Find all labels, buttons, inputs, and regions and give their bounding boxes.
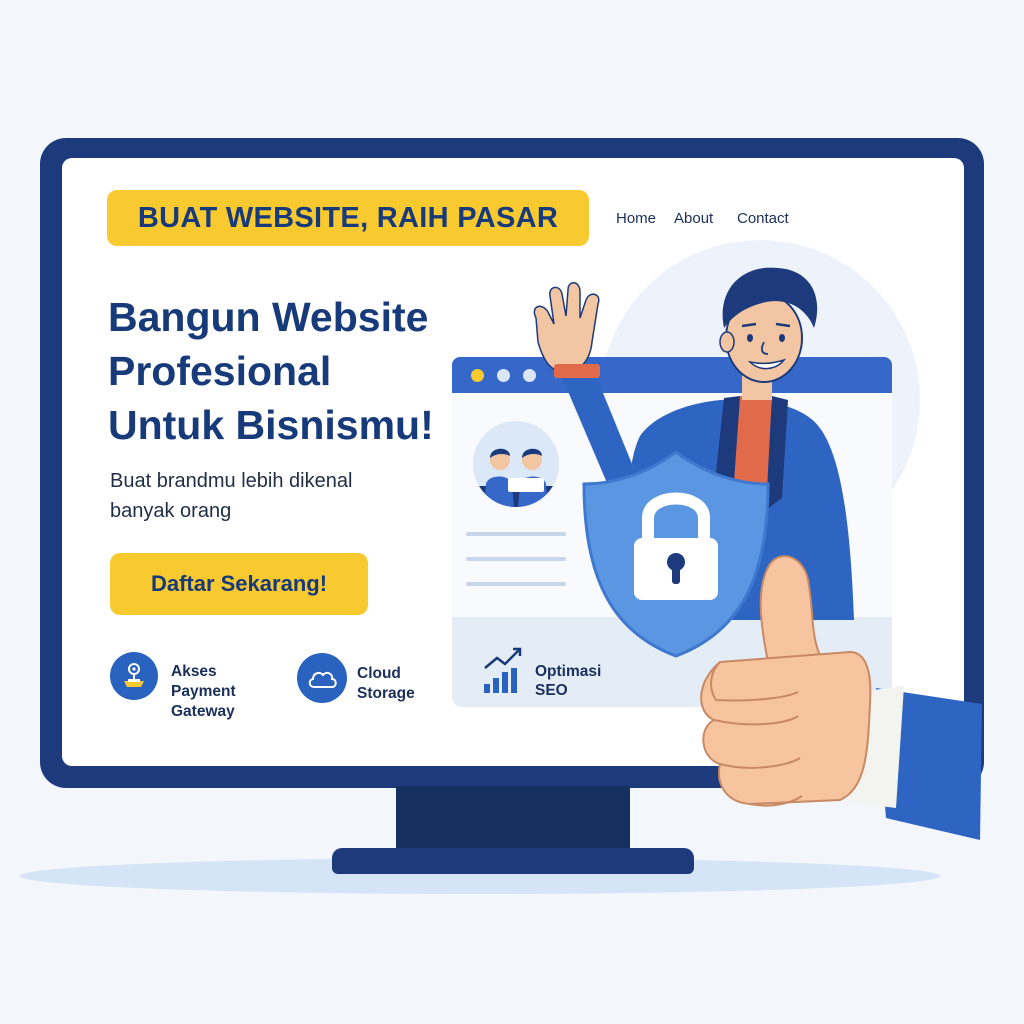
window-dot-icon — [497, 369, 510, 382]
window-dot-icon — [471, 369, 484, 382]
hero-title-line: Bangun Website — [108, 294, 429, 340]
monitor-base — [332, 848, 694, 874]
feature-label-line: Cloud — [357, 665, 401, 682]
feature-label-line: Storage — [357, 685, 415, 702]
feature-label-line: SEO — [535, 682, 568, 699]
headline-badge: BUAT WEBSITE, RAIH PASAR — [107, 190, 589, 246]
feature-label-line: Gateway — [171, 703, 235, 720]
feature-label-line: Payment — [171, 683, 236, 700]
seo-chart-icon — [481, 646, 523, 694]
payment-gateway-icon — [110, 652, 158, 700]
nav-home-link[interactable]: Home — [616, 210, 656, 227]
thumbs-up-illustration — [690, 552, 990, 842]
monitor-stand — [396, 786, 630, 852]
nav-about-link[interactable]: About — [674, 210, 713, 227]
hero-subtitle-line: banyak orang — [110, 500, 232, 522]
register-button[interactable]: Daftar Sekarang! — [110, 553, 368, 615]
feature-label-line: Akses — [171, 663, 217, 680]
cloud-icon — [297, 653, 347, 703]
feature-seo-label: Optimasi SEO — [535, 662, 601, 700]
hero-subtitle-line: Buat brandmu lebih dikenal — [110, 470, 353, 492]
hero-subtitle: Buat brandmu lebih dikenal banyak orang — [110, 466, 440, 526]
feature-label-line: Optimasi — [535, 663, 602, 680]
feature-payment-label: Akses Payment Gateway — [171, 662, 236, 722]
nav-contact-link[interactable]: Contact — [737, 210, 789, 227]
feature-cloud-label: Cloud Storage — [357, 664, 415, 704]
